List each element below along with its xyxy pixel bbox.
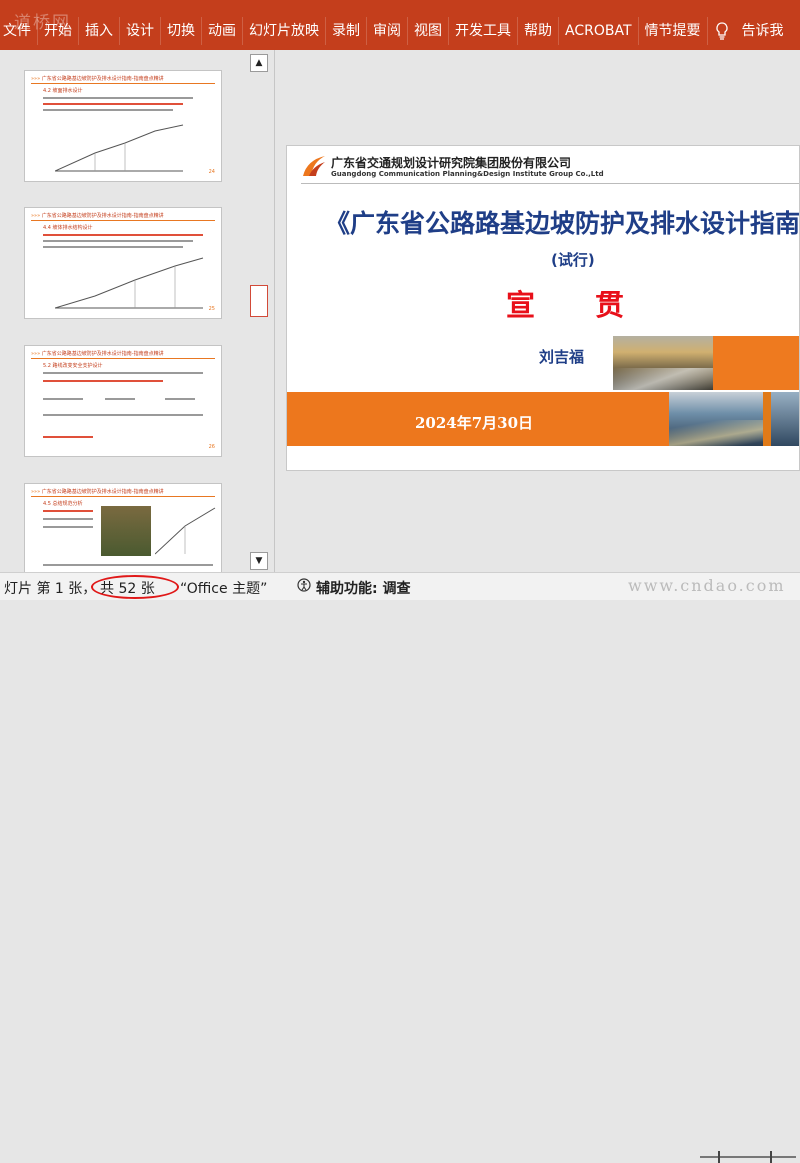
watermark-bottom: www.cndao.com: [628, 576, 786, 595]
tab-design[interactable]: 设计: [120, 17, 161, 45]
slide-subtitle: (试行): [551, 251, 595, 269]
slide-thumbnail-3[interactable]: 广东省公路路基边坡防护及排水设计指南-指南盘点精讲 5.2 路线改变安全支护设计…: [24, 345, 222, 457]
slide-thumbnail-2[interactable]: 广东省公路路基边坡防护及排水设计指南-指南盘点精讲 4.4 坡体排水结构设计 2…: [24, 207, 222, 319]
tab-storyboard[interactable]: 情节提要: [639, 17, 708, 45]
thumbnail-pane: 广东省公路路基边坡防护及排水设计指南-指南盘点精讲 4.2 坡面排水设计 24 …: [0, 50, 276, 572]
zoom-slider[interactable]: [700, 1151, 796, 1163]
thumb-photo: [101, 506, 151, 556]
thumb-diagram: [55, 257, 204, 309]
scroll-thumb[interactable]: [250, 285, 268, 317]
main-slide[interactable]: 广东省交通规划设计研究院集团股份有限公司 Guangdong Communica…: [286, 145, 800, 471]
tab-review[interactable]: 审阅: [367, 17, 408, 45]
tab-view[interactable]: 视图: [408, 17, 449, 45]
scroll-up-button[interactable]: ▲: [250, 54, 268, 72]
accessibility-icon[interactable]: [296, 577, 312, 597]
slide-author: 刘吉福: [539, 348, 585, 366]
company-logo-icon: [303, 156, 325, 176]
scroll-down-button[interactable]: ▼: [250, 552, 268, 570]
ribbon-tabs: 文件 开始 插入 设计 切换 动画 幻灯片放映 录制 审阅 视图 开发工具 帮助…: [0, 17, 790, 45]
thumb-header: 广东省公路路基边坡防护及排水设计指南-指南盘点精讲: [31, 75, 164, 82]
slide-xuanguan: 宣贯: [506, 288, 685, 322]
tab-home[interactable]: 开始: [38, 17, 79, 45]
company-name-cn: 广东省交通规划设计研究院集团股份有限公司: [331, 156, 572, 170]
slide-date: 2024年7月30日: [415, 414, 534, 432]
road-photo-3: [771, 392, 799, 446]
tab-developer[interactable]: 开发工具: [449, 17, 518, 45]
tell-me-box[interactable]: 告诉我: [736, 17, 790, 45]
accessibility-status[interactable]: 辅助功能: 调查: [316, 578, 410, 598]
tab-transitions[interactable]: 切换: [161, 17, 202, 45]
tab-acrobat[interactable]: ACROBAT: [559, 17, 639, 45]
lightbulb-icon[interactable]: [708, 17, 736, 45]
red-highlight-circle: [91, 575, 179, 599]
thumb-section: 4.2 坡面排水设计: [43, 88, 83, 94]
tab-animations[interactable]: 动画: [202, 17, 243, 45]
thumbnail-scrollbar[interactable]: ▲ ▼: [250, 50, 270, 572]
company-name-en: Guangdong Communication Planning&Design …: [331, 170, 604, 178]
ribbon: 道桥网 文件 开始 插入 设计 切换 动画 幻灯片放映 录制 审阅 视图 开发工…: [0, 0, 800, 50]
tab-record[interactable]: 录制: [326, 17, 367, 45]
thumb-diagram: [155, 507, 216, 555]
slide-title: 《广东省公路路基边坡防护及排水设计指南》: [325, 209, 800, 238]
slide-thumbnail-4[interactable]: 广东省公路路基边坡防护及排水设计指南-指南盘点精讲 4.5 总结规范分析: [24, 483, 222, 572]
slide-thumbnail-1[interactable]: 广东省公路路基边坡防护及排水设计指南-指南盘点精讲 4.2 坡面排水设计 24: [24, 70, 222, 182]
slide-number-text: 灯片 第 1 张，: [4, 581, 97, 597]
tab-insert[interactable]: 插入: [79, 17, 120, 45]
thumb-diagram: [55, 124, 184, 172]
tab-file[interactable]: 文件: [0, 17, 38, 45]
theme-name: “Office 主题”: [180, 581, 268, 597]
tab-help[interactable]: 帮助: [518, 17, 559, 45]
tab-slideshow[interactable]: 幻灯片放映: [243, 17, 326, 45]
